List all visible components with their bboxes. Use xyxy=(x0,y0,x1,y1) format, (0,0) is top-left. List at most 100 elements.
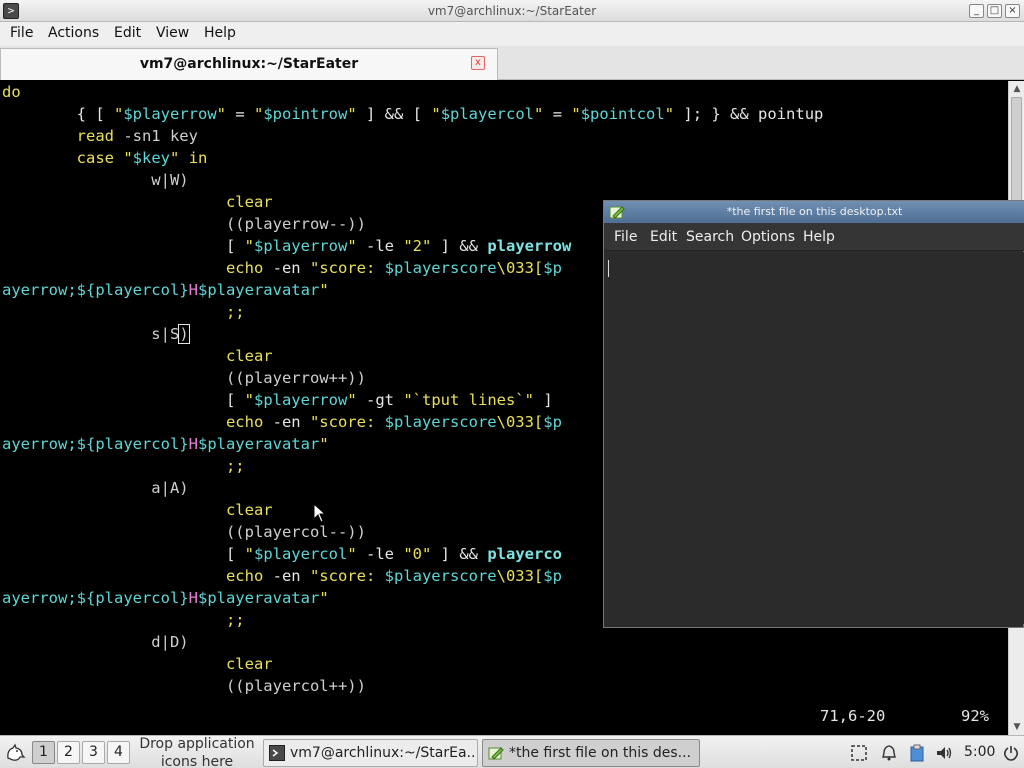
code-token: H xyxy=(188,281,198,299)
task-text-editor[interactable]: *the first file on this des... xyxy=(482,739,700,767)
terminal-line: ayerrow;${playercol}H$playeravatar" xyxy=(2,587,329,609)
terminal-line: ;; xyxy=(2,609,245,631)
notification-bell-icon[interactable] xyxy=(880,744,898,762)
editor-menu-edit[interactable]: Edit xyxy=(650,229,677,245)
editor-menubar: File Edit Search Options Help xyxy=(604,223,1024,251)
code-token: "2" xyxy=(403,237,432,255)
terminal-tabbar: vm7@archlinux:~/StarEater x xyxy=(0,46,1024,80)
code-token: " xyxy=(319,435,329,453)
code-token: -en xyxy=(263,567,310,585)
menu-edit[interactable]: Edit xyxy=(114,25,141,41)
code-token: clear xyxy=(225,193,273,211)
launcher-drop-hint: Drop application icons here xyxy=(139,736,255,768)
code-token: ;; xyxy=(2,457,245,475)
terminal-line: do xyxy=(2,81,21,103)
terminal-icon xyxy=(269,745,285,761)
vim-scroll-percent: 92% xyxy=(961,707,989,725)
scrollbar-thumb[interactable] xyxy=(1011,97,1022,215)
code-token: " xyxy=(319,589,329,607)
code-token: " xyxy=(244,391,254,409)
text-caret xyxy=(608,260,609,277)
mouse-pointer-icon xyxy=(313,503,327,523)
code-token: H xyxy=(188,589,198,607)
close-button[interactable]: × xyxy=(1005,4,1020,18)
terminal-titlebar[interactable]: > vm7@archlinux:~/StarEater _ □ × xyxy=(0,0,1024,22)
code-token: echo xyxy=(225,259,264,277)
scroll-down-icon[interactable]: ▼ xyxy=(1011,721,1023,733)
menu-actions[interactable]: Actions xyxy=(48,25,99,41)
menu-file[interactable]: File xyxy=(10,25,33,41)
code-token: \033[ xyxy=(496,259,544,277)
editor-menu-options[interactable]: Options xyxy=(741,229,795,245)
terminal-line: clear xyxy=(2,345,273,367)
workspace-4[interactable]: 4 xyxy=(107,741,130,764)
vim-cursor-position: 71,6-20 xyxy=(820,707,886,725)
code-token: -sn1 key xyxy=(113,127,198,145)
editor-menu-file[interactable]: File xyxy=(614,229,637,245)
workspace-3[interactable]: 3 xyxy=(82,741,105,764)
volume-icon[interactable] xyxy=(935,744,953,762)
code-token: \033[ xyxy=(496,567,544,585)
terminal-line: ayerrow;${playercol}H$playeravatar" xyxy=(2,433,329,455)
code-token: clear xyxy=(225,347,273,365)
editor-menu-help[interactable]: Help xyxy=(803,229,835,245)
minimize-button[interactable]: _ xyxy=(969,4,984,18)
scroll-up-icon[interactable]: ▲ xyxy=(1011,83,1023,95)
screenshot-icon[interactable] xyxy=(850,744,868,762)
code-token: $key xyxy=(132,149,170,167)
terminal-line: s|S) xyxy=(2,323,190,345)
code-token: [ xyxy=(2,237,245,255)
code-token: " xyxy=(170,149,180,167)
code-token: $playerrow xyxy=(253,391,348,409)
code-token: " xyxy=(319,281,329,299)
code-token: s|S xyxy=(2,325,180,343)
terminal-window-title: vm7@archlinux:~/StarEater xyxy=(427,4,597,18)
editor-titlebar[interactable]: *the first file on this desktop.txt xyxy=(604,201,1024,223)
terminal-line: { [ "$playerrow" = "$pointrow" ] && [ "$… xyxy=(2,103,824,125)
code-token: = xyxy=(543,105,572,123)
terminal-line: echo -en "score: $playerscore\033[$p xyxy=(2,565,562,587)
task-terminal[interactable]: vm7@archlinux:~/StarEa... xyxy=(263,739,478,767)
terminal-line: clear xyxy=(2,653,273,675)
code-token: ${playercol} xyxy=(76,589,189,607)
code-token: read xyxy=(76,127,114,145)
code-token: " xyxy=(664,105,675,123)
menu-view[interactable]: View xyxy=(156,25,189,41)
clock[interactable]: 5:00 xyxy=(964,744,995,760)
terminal-menubar: File Actions Edit View Help xyxy=(0,22,1024,46)
code-token: " xyxy=(254,105,264,123)
code-token: ((playerrow++)) xyxy=(2,369,366,387)
code-token: $p xyxy=(543,413,562,431)
app-menu-icon[interactable] xyxy=(4,742,26,764)
power-icon[interactable] xyxy=(1002,744,1020,762)
menu-help[interactable]: Help xyxy=(204,25,236,41)
code-token: " xyxy=(534,105,544,123)
clipboard-icon[interactable] xyxy=(908,744,926,762)
code-token: ayerrow; xyxy=(2,281,77,299)
code-token: ${playercol} xyxy=(76,435,189,453)
tab-close-icon[interactable]: x xyxy=(471,56,485,70)
text-editor-window[interactable]: *the first file on this desktop.txt File… xyxy=(603,200,1024,628)
terminal-tab[interactable]: vm7@archlinux:~/StarEater x xyxy=(0,48,498,80)
code-token: $pointcol xyxy=(580,105,665,123)
code-token: " xyxy=(123,149,133,167)
code-token: ((playercol--)) xyxy=(2,523,366,541)
task-text-editor-label: *the first file on this des... xyxy=(509,745,692,761)
workspace-2[interactable]: 2 xyxy=(57,741,80,764)
terminal-line: case "$key" in xyxy=(2,147,208,169)
editor-menu-search[interactable]: Search xyxy=(686,229,734,245)
code-token: $p xyxy=(543,567,562,585)
code-token: $playerscore xyxy=(384,413,497,431)
code-token: ]; } && pointup xyxy=(674,105,824,123)
code-token: " xyxy=(244,237,254,255)
workspace-1[interactable]: 1 xyxy=(32,741,55,764)
maximize-button[interactable]: □ xyxy=(987,4,1002,18)
editor-text-area[interactable] xyxy=(604,252,1024,624)
code-token: [ xyxy=(2,545,245,563)
code-token: echo xyxy=(225,413,264,431)
code-token: $playeravatar xyxy=(197,589,320,607)
